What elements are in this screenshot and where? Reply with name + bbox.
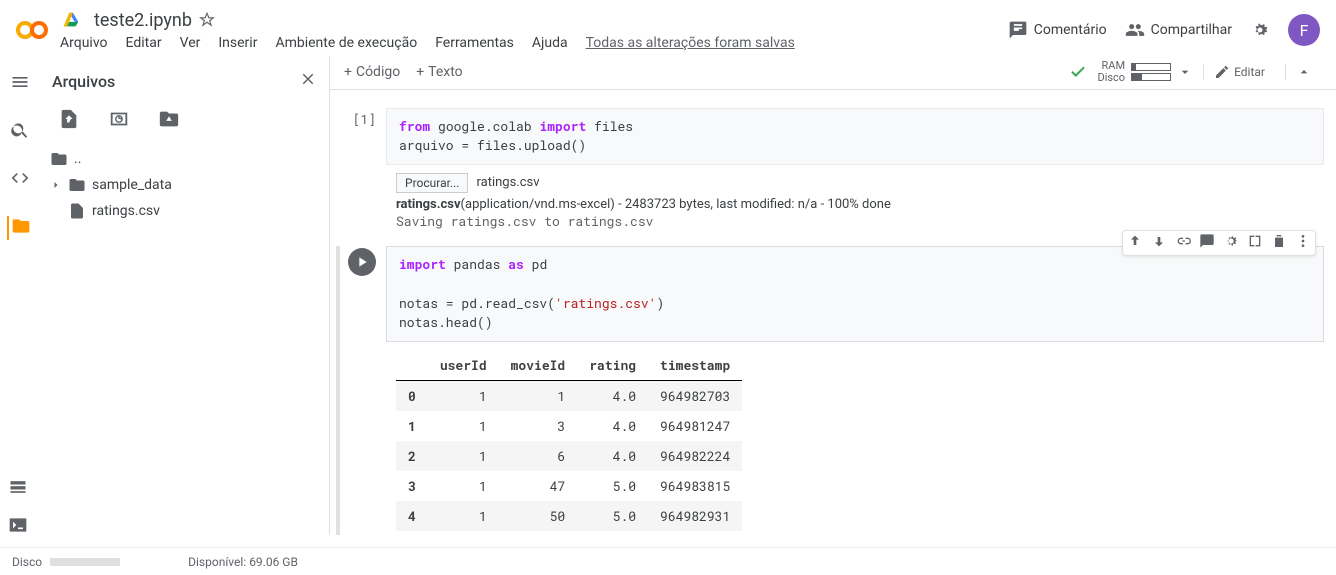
add-comment-icon[interactable] (1199, 233, 1215, 253)
dataframe-table: userId movieId rating timestamp 0114.096… (396, 350, 742, 531)
status-bar: Disco Disponível: 69.06 GB (0, 547, 1336, 575)
left-rail-bottom (8, 477, 28, 539)
chevron-up-icon (1296, 64, 1312, 80)
menu-ver[interactable]: Ver (180, 35, 201, 51)
check-icon (1069, 62, 1087, 83)
refresh-icon[interactable] (108, 108, 130, 134)
tree-parent-dir[interactable]: .. (48, 146, 321, 172)
menu-editar[interactable]: Editar (126, 35, 162, 51)
terminal-icon[interactable] (8, 515, 28, 539)
add-text-button[interactable]: +Texto (416, 64, 462, 80)
drive-icon (60, 9, 82, 31)
file-icon (68, 202, 86, 220)
menu-arquivo[interactable]: Arquivo (60, 35, 108, 51)
disk-bar (1131, 73, 1171, 81)
link-icon[interactable] (1175, 233, 1191, 253)
delete-icon[interactable] (1271, 233, 1287, 253)
code-editor[interactable]: from google.colab import files arquivo =… (386, 108, 1324, 165)
expand-button[interactable] (1285, 64, 1322, 80)
avatar[interactable]: F (1288, 14, 1320, 46)
run-button[interactable] (348, 248, 376, 276)
disk-usage-bar (50, 558, 120, 566)
more-icon[interactable] (1295, 233, 1311, 253)
code-cell-2[interactable]: import pandas as pd notas = pd.read_csv(… (342, 246, 1324, 535)
folder-icon (50, 150, 68, 168)
folder-icon (68, 176, 86, 194)
edit-mode-button[interactable]: Editar (1203, 64, 1275, 80)
rail-toc-icon[interactable] (10, 72, 30, 96)
move-up-icon[interactable] (1127, 233, 1143, 253)
uploaded-filename: ratings.csv (476, 175, 539, 190)
table-row: 1134.0964981247 (396, 411, 742, 441)
table-row: 2164.0964982224 (396, 441, 742, 471)
pencil-icon (1214, 64, 1230, 80)
table-row: 31475.0964983815 (396, 471, 742, 501)
chevron-right-icon (50, 179, 62, 191)
tree-folder-sampledata[interactable]: sample_data (48, 172, 321, 198)
mount-drive-icon[interactable] (158, 108, 180, 134)
star-icon[interactable] (198, 11, 216, 29)
cell-settings-icon[interactable] (1223, 233, 1239, 253)
share-label: Compartilhar (1151, 22, 1232, 38)
add-code-button[interactable]: +Código (344, 64, 400, 80)
cell-output: Procurar... ratings.csv ratings.csv(appl… (386, 165, 1324, 238)
move-down-icon[interactable] (1151, 233, 1167, 253)
menu-inserir[interactable]: Inserir (218, 35, 257, 51)
notebook-area: [1] from google.colab import files arqui… (330, 90, 1336, 535)
table-row: 0114.0964982703 (396, 380, 742, 411)
share-button[interactable]: Compartilhar (1125, 20, 1232, 40)
mirror-icon[interactable] (1247, 233, 1263, 253)
gear-icon (1250, 20, 1270, 40)
resource-indicator[interactable]: RAM Disco (1097, 60, 1193, 84)
rail-files-icon[interactable] (7, 216, 31, 240)
share-icon (1125, 20, 1145, 40)
menu-ajuda[interactable]: Ajuda (532, 35, 568, 51)
cell-index: [1] (342, 108, 386, 238)
files-panel: Arquivos .. sample_data ratings.csv (40, 56, 330, 535)
browse-button[interactable]: Procurar... (396, 173, 468, 193)
comment-icon (1008, 20, 1028, 40)
menu-bar: Arquivo Editar Ver Inserir Ambiente de e… (60, 31, 1008, 51)
left-rail (0, 56, 40, 535)
settings-button[interactable] (1250, 20, 1270, 40)
menu-ferramentas[interactable]: Ferramentas (435, 35, 514, 51)
doc-title[interactable]: teste2.ipynb (94, 10, 192, 31)
notebook-toolbar: +Código +Texto RAM Disco (330, 56, 1336, 90)
tree-file-ratings[interactable]: ratings.csv (48, 198, 321, 224)
rail-code-icon[interactable] (10, 168, 30, 192)
comment-button[interactable]: Comentário (1008, 20, 1107, 40)
files-title: Arquivos (52, 72, 115, 91)
comment-label: Comentário (1034, 22, 1107, 38)
chevron-down-icon[interactable] (1177, 64, 1193, 80)
play-icon (354, 254, 370, 270)
table-row: 41505.0964982931 (396, 501, 742, 531)
colab-logo-icon (16, 14, 48, 46)
rail-search-icon[interactable] (10, 120, 30, 144)
variables-icon[interactable] (8, 477, 28, 501)
ram-bar (1131, 63, 1171, 71)
cell-output: userId movieId rating timestamp 0114.096… (386, 342, 1324, 535)
disk-available: Disponível: 69.06 GB (188, 555, 298, 569)
upload-file-icon[interactable] (58, 108, 80, 134)
disk-label: Disco (12, 555, 42, 569)
menu-ambiente[interactable]: Ambiente de execução (275, 35, 417, 51)
code-editor[interactable]: import pandas as pd notas = pd.read_csv(… (386, 246, 1324, 342)
code-cell-1[interactable]: [1] from google.colab import files arqui… (342, 108, 1324, 238)
saved-status[interactable]: Todas as alterações foram salvas (586, 35, 795, 51)
cell-toolbar (1122, 230, 1316, 256)
file-tree: .. sample_data ratings.csv (40, 142, 329, 535)
app-header: teste2.ipynb Arquivo Editar Ver Inserir … (0, 0, 1336, 56)
close-panel-icon[interactable] (299, 70, 317, 92)
